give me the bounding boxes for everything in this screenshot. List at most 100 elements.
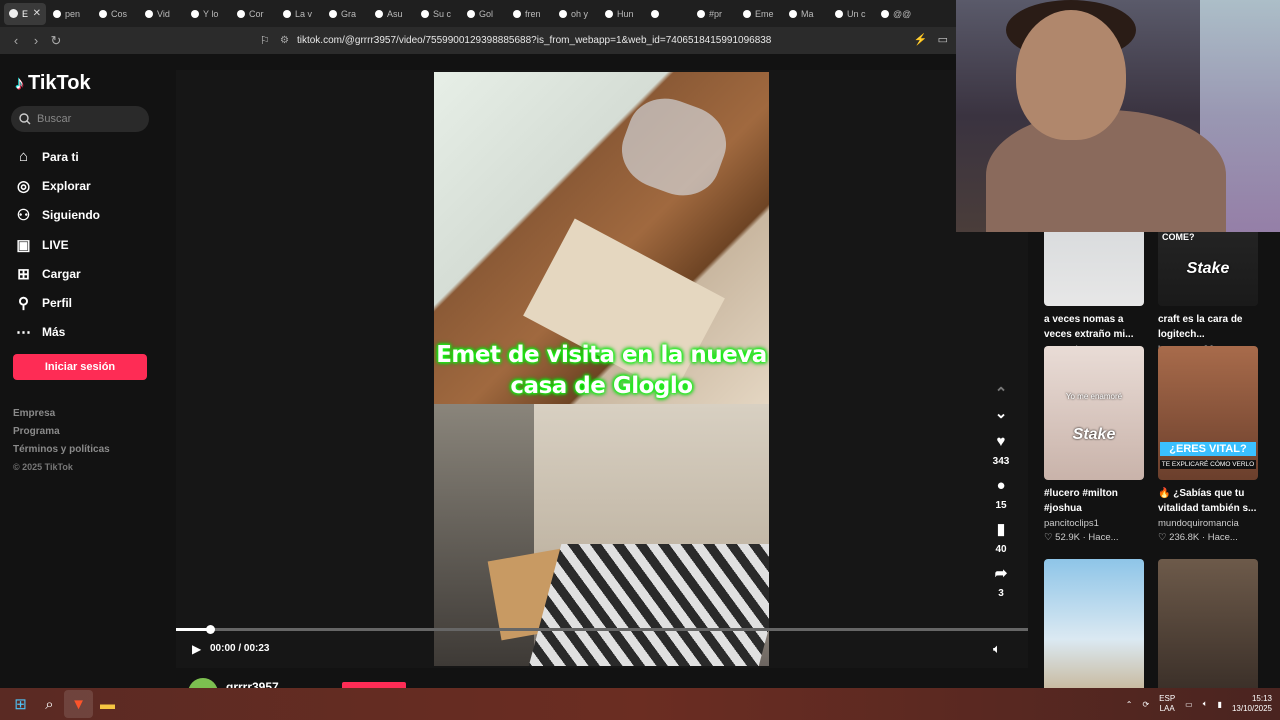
progress-bar[interactable] [176, 625, 1028, 634]
video-card[interactable]: ¿ERES VITAL? TE EXPLICARÉ CÓMO VERLO 🔥 ¿Sa… [1158, 346, 1258, 543]
nav-item-1[interactable]: ◎ Explorar [15, 171, 100, 200]
nav-item-4[interactable]: ⊞ Cargar [15, 259, 100, 288]
tiktok-logo[interactable]: ♪ TikTok [15, 72, 91, 95]
video-thumbnail[interactable]: Stake Yo me enamoré [1044, 346, 1144, 480]
nav-item-3[interactable]: ▣ LIVE [15, 230, 100, 259]
forward-icon[interactable]: › [26, 33, 46, 48]
thumb-overlay-text: COME? [1162, 232, 1195, 242]
footer-link-terminos[interactable]: Términos y políticas [13, 444, 110, 462]
tab-label: Cor [249, 8, 264, 19]
browser-tab[interactable]: oh y [554, 3, 598, 25]
heart-icon[interactable]: ♥ [988, 432, 1014, 452]
translate-icon[interactable]: ⚡ [914, 33, 928, 46]
caption-line-1: Emet de visita en la nueva [436, 342, 767, 368]
browser-tab[interactable]: Eme [738, 3, 782, 25]
video-author[interactable]: pancitoclips1 [1044, 518, 1144, 529]
chevron-down-icon[interactable]: ⌄ [988, 404, 1014, 424]
browser-tab[interactable]: Cor [232, 3, 276, 25]
site-info-icon[interactable]: ⚙ [280, 27, 289, 54]
tab-label: Hun [617, 8, 634, 19]
video-meta-text: 52.9K · Hace... [1055, 532, 1119, 543]
nav-item-5[interactable]: ⚲ Perfil [15, 288, 100, 317]
video-card[interactable]: Stake Yo me enamoré #lucero #milton #joshu… [1044, 346, 1144, 543]
search-placeholder: Buscar [37, 113, 72, 125]
browser-tab[interactable]: Hun [600, 3, 644, 25]
tab-label: La v [295, 8, 313, 19]
footer-link-empresa[interactable]: Empresa [13, 408, 110, 426]
back-icon[interactable]: ‹ [6, 33, 26, 48]
video-thumbnail[interactable] [1158, 559, 1258, 693]
browser-tab[interactable]: Asu [370, 3, 414, 25]
cast-icon[interactable]: ▭ [938, 33, 948, 46]
plastic-bag-shape [611, 87, 737, 207]
browser-tab[interactable]: Ma [784, 3, 828, 25]
tab-label: Gra [341, 8, 357, 19]
bookmark-save-icon[interactable]: ▮ [988, 520, 1014, 540]
search-taskbar-icon[interactable]: ⌕ [35, 690, 64, 718]
upload-icon: ⊞ [17, 265, 30, 283]
video-card[interactable] [1158, 559, 1258, 693]
chevron-up-icon[interactable]: ⌃ [988, 384, 1014, 404]
progress-knob[interactable] [206, 625, 216, 634]
play-icon[interactable]: ▶ [192, 642, 201, 656]
comment-icon[interactable]: ● [988, 476, 1014, 496]
tiktok-favicon-icon [789, 9, 797, 18]
nav-label: Explorar [42, 178, 91, 193]
close-icon[interactable]: ✕ [33, 8, 41, 19]
browser-tab[interactable]: pen [48, 3, 92, 25]
sidebar: ♪ TikTok Buscar ⌂ Para ti ◎ Explorar ⚇ Siguie… [0, 54, 165, 688]
video-player[interactable]: Emet de visita en la nueva casa de Glogl… [176, 70, 1028, 668]
login-button[interactable]: Iniciar sesión [13, 354, 147, 380]
caption-line-2: casa de Gloglo [510, 373, 693, 399]
tiktok-favicon-icon [697, 9, 705, 18]
browser-tab[interactable]: #pr [692, 3, 736, 25]
nav-item-6[interactable]: ⋯ Más [15, 318, 100, 347]
browser-tab[interactable]: Cos [94, 3, 138, 25]
video-thumbnail[interactable] [1044, 559, 1144, 693]
nav-item-2[interactable]: ⚇ Siguiendo [15, 201, 100, 230]
url-field[interactable]: ⚙ tiktok.com/@grrrr3957/video/7559900129… [280, 27, 771, 54]
bookmark-icon[interactable]: ⚐ [260, 34, 270, 47]
video-frame[interactable]: Emet de visita en la nueva casa de Glogl… [434, 72, 769, 666]
nav-item-0[interactable]: ⌂ Para ti [15, 142, 100, 171]
video-author[interactable]: mundoquiromancia [1158, 518, 1258, 529]
browser-tab[interactable]: @@ [876, 3, 920, 25]
windows-start-icon[interactable]: ⊞ [6, 690, 35, 718]
search-input[interactable]: Buscar [11, 106, 149, 132]
reload-icon[interactable]: ↻ [46, 33, 66, 49]
video-thumbnail[interactable]: ¿ERES VITAL? TE EXPLICARÉ CÓMO VERLO [1158, 346, 1258, 480]
browser-tab[interactable]: Y lo [186, 3, 230, 25]
browser-tab[interactable]: Un c [830, 3, 874, 25]
lang-layout: LAA [1159, 704, 1175, 713]
browser-tab[interactable]: Gol [462, 3, 506, 25]
tray-chevron-icon[interactable]: ⌃ [1126, 700, 1133, 709]
browser-tab[interactable]: Vid [140, 3, 184, 25]
share-icon[interactable]: ➦ [988, 564, 1014, 584]
browser-tab[interactable] [646, 3, 690, 25]
url-text: tiktok.com/@grrrr3957/video/755990012939… [296, 35, 772, 46]
footer-link-programa[interactable]: Programa [13, 426, 110, 444]
file-explorer-icon[interactable]: ▬ [93, 690, 122, 718]
network-icon[interactable]: ▭ [1185, 700, 1193, 709]
clock[interactable]: 15:13 13/10/2025 [1232, 694, 1272, 714]
language-indicator[interactable]: ESP LAA [1159, 694, 1175, 714]
video-title[interactable]: craft es la cara de logitech... [1158, 312, 1258, 342]
browser-tab[interactable]: fren [508, 3, 552, 25]
video-title[interactable]: 🔥 ¿Sabías que tu vitalidad también s... [1158, 486, 1258, 516]
video-card[interactable] [1044, 559, 1144, 693]
tiktok-favicon-icon [375, 9, 383, 18]
video-title[interactable]: a veces nomas a veces extraño mi... [1044, 312, 1144, 342]
browser-tab[interactable]: Su c [416, 3, 460, 25]
tiktok-favicon-icon [743, 9, 751, 18]
video-title[interactable]: #lucero #milton #joshua [1044, 486, 1144, 516]
sync-icon[interactable]: ⟳ [1142, 700, 1149, 709]
browser-tab[interactable]: La v [278, 3, 322, 25]
author-row: grrrr3957 [176, 668, 1028, 708]
browser-tab[interactable]: E ✕ [4, 2, 46, 25]
volume-icon[interactable]: 🔈︎ [993, 641, 1001, 657]
speaker-icon[interactable]: 🔈︎ [1203, 699, 1208, 709]
battery-icon[interactable]: ▮ [1218, 700, 1222, 709]
brave-browser-icon[interactable]: ▼ [64, 690, 93, 718]
tab-label: Eme [755, 8, 774, 19]
browser-tab[interactable]: Gra [324, 3, 368, 25]
